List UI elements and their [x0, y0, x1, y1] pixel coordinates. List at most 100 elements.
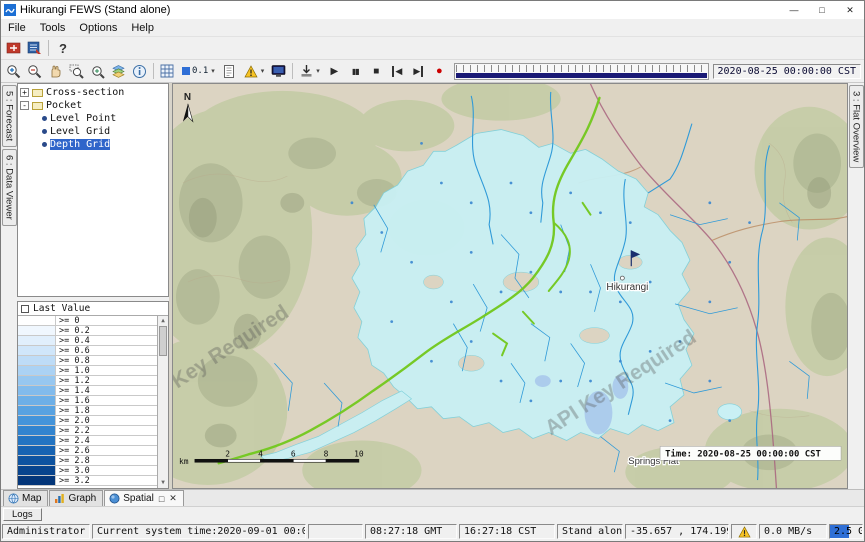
legend-color-swatch: [18, 416, 56, 425]
warning-icon: [738, 526, 751, 538]
node-icon: [42, 142, 47, 147]
legend-color-swatch: [18, 426, 56, 435]
maximize-button[interactable]: □: [808, 1, 836, 19]
logs-row: Logs: [1, 506, 864, 522]
tab-forecast[interactable]: 5 : Forecast: [2, 85, 17, 147]
legend-scrollbar[interactable]: ▲ ▼: [157, 316, 168, 488]
grid-toggle-icon[interactable]: [157, 61, 178, 81]
tree-item-level-grid[interactable]: Level Grid: [20, 125, 168, 138]
status-gmt-time: 08:27:18 GMT: [365, 524, 457, 539]
info-icon[interactable]: [129, 61, 150, 81]
warning-filter-dropdown[interactable]: ▾: [240, 61, 269, 81]
menu-bar: File Tools Options Help: [1, 19, 864, 37]
play-button[interactable]: ▶: [324, 61, 345, 81]
collapse-icon[interactable]: -: [20, 101, 29, 110]
legend-row-label: >= 1.0: [56, 366, 90, 375]
legend-row-label: >= 0.2: [56, 326, 90, 335]
menu-help[interactable]: Help: [124, 19, 161, 36]
scrollbar-thumb[interactable]: [159, 326, 167, 356]
scroll-up-icon[interactable]: ▲: [158, 316, 168, 326]
layers-icon[interactable]: [108, 61, 129, 81]
legend-row: >= 0.4: [18, 336, 157, 346]
timeline-range-bar[interactable]: [456, 73, 707, 77]
tree-item-cross-section[interactable]: + Cross-section: [20, 86, 168, 99]
zoom-extent-icon[interactable]: [87, 61, 108, 81]
record-button[interactable]: ●: [429, 61, 450, 81]
left-tab-strip: 5 : Forecast 6 : Data Viewer: [1, 83, 17, 489]
classification-color-chip: [182, 67, 190, 75]
scale-tick: 10: [354, 449, 364, 458]
legend-row: >= 1.6: [18, 396, 157, 406]
skip-to-start-glyph: ◀: [392, 66, 402, 77]
menu-tools[interactable]: Tools: [33, 19, 73, 36]
folder-icon: [32, 102, 43, 110]
logs-button[interactable]: Logs: [3, 508, 42, 521]
tree-item-level-point[interactable]: Level Point: [20, 112, 168, 125]
legend-row: >= 0.8: [18, 356, 157, 366]
current-datetime-display: 2020-08-25 00:00:00 CST: [713, 64, 861, 79]
tree-item-label: Cross-section: [46, 87, 124, 98]
legend-header: Last Value: [18, 302, 168, 316]
help-icon[interactable]: ?: [52, 38, 74, 58]
zoom-in-icon[interactable]: [3, 61, 24, 81]
tab-spatial[interactable]: Spatial □ ✕: [104, 490, 184, 506]
chevron-down-icon: ▾: [261, 67, 265, 75]
legend-row-label: >= 3.2: [56, 476, 90, 485]
tree-item-depth-grid[interactable]: Depth Grid: [20, 138, 168, 151]
export-animation-dropdown[interactable]: ▾: [296, 61, 324, 81]
pause-button[interactable]: ▮▮: [345, 61, 366, 81]
legend-title: Last Value: [33, 303, 90, 314]
chevron-down-icon: ▾: [316, 67, 320, 75]
timeline-slider[interactable]: [454, 63, 709, 80]
tree-item-label: Pocket: [46, 100, 82, 111]
skip-to-start-button[interactable]: ◀: [387, 61, 408, 81]
legend-row-label: >= 2.4: [56, 436, 90, 445]
legend-row-label: >= 0.8: [56, 356, 90, 365]
legend-color-swatch: [18, 406, 56, 415]
legend-row-label: >= 2.8: [56, 456, 90, 465]
stop-button[interactable]: ■: [366, 61, 387, 81]
last-value-checkbox[interactable]: [21, 305, 29, 313]
scroll-down-icon[interactable]: ▼: [158, 478, 168, 488]
legend-row: >= 2.8: [18, 456, 157, 466]
skip-to-end-button[interactable]: ▶: [408, 61, 429, 81]
spatial-map-view[interactable]: API Key Required API Key Required Hikura…: [172, 83, 848, 489]
animation-display-icon[interactable]: [268, 61, 289, 81]
classification-select[interactable]: 0.1 ▾: [178, 61, 219, 81]
database-viewer-icon[interactable]: [24, 38, 45, 58]
status-warning[interactable]: [731, 524, 757, 539]
tab-data-viewer[interactable]: 6 : Data Viewer: [2, 149, 17, 226]
expand-icon[interactable]: +: [20, 88, 29, 97]
classification-value: 0.1: [192, 66, 208, 76]
profile-tool-icon[interactable]: [219, 61, 240, 81]
menu-file[interactable]: File: [1, 19, 33, 36]
forecast-manager-icon[interactable]: [3, 38, 24, 58]
scale-unit: km: [179, 457, 189, 466]
pan-hand-icon[interactable]: [45, 61, 66, 81]
skip-to-end-glyph: ▶: [413, 66, 423, 77]
minimize-button[interactable]: —: [780, 1, 808, 19]
zoom-out-icon[interactable]: [24, 61, 45, 81]
tree-item-pocket[interactable]: - Pocket: [20, 99, 168, 112]
status-memory: 2.5 GB: [829, 524, 863, 539]
close-view-icon[interactable]: ✕: [169, 493, 177, 504]
tab-map[interactable]: Map: [3, 490, 48, 506]
legend-row-label: >= 2.0: [56, 416, 90, 425]
close-button[interactable]: ✕: [836, 1, 864, 19]
tab-flat-overview[interactable]: 3 : Flat Overview: [849, 85, 864, 168]
spatial-icon: [109, 493, 120, 504]
tab-map-label: Map: [22, 493, 41, 504]
maximize-view-icon[interactable]: □: [159, 494, 164, 504]
legend-color-swatch: [18, 376, 56, 385]
menu-options[interactable]: Options: [72, 19, 124, 36]
filter-tree: + Cross-section - Pocket Level Point Lev…: [17, 83, 169, 297]
north-label: N: [184, 92, 191, 103]
legend-color-swatch: [18, 396, 56, 405]
app-window: Hikurangi FEWS (Stand alone) — □ ✕ File …: [0, 0, 865, 542]
legend-row-label: >= 2.6: [56, 446, 90, 455]
zoom-region-icon[interactable]: [66, 61, 87, 81]
legend-row: >= 1.0: [18, 366, 157, 376]
tab-graph[interactable]: Graph: [49, 490, 103, 506]
window-title: Hikurangi FEWS (Stand alone): [20, 4, 170, 16]
legend-row: >= 3.0: [18, 466, 157, 476]
